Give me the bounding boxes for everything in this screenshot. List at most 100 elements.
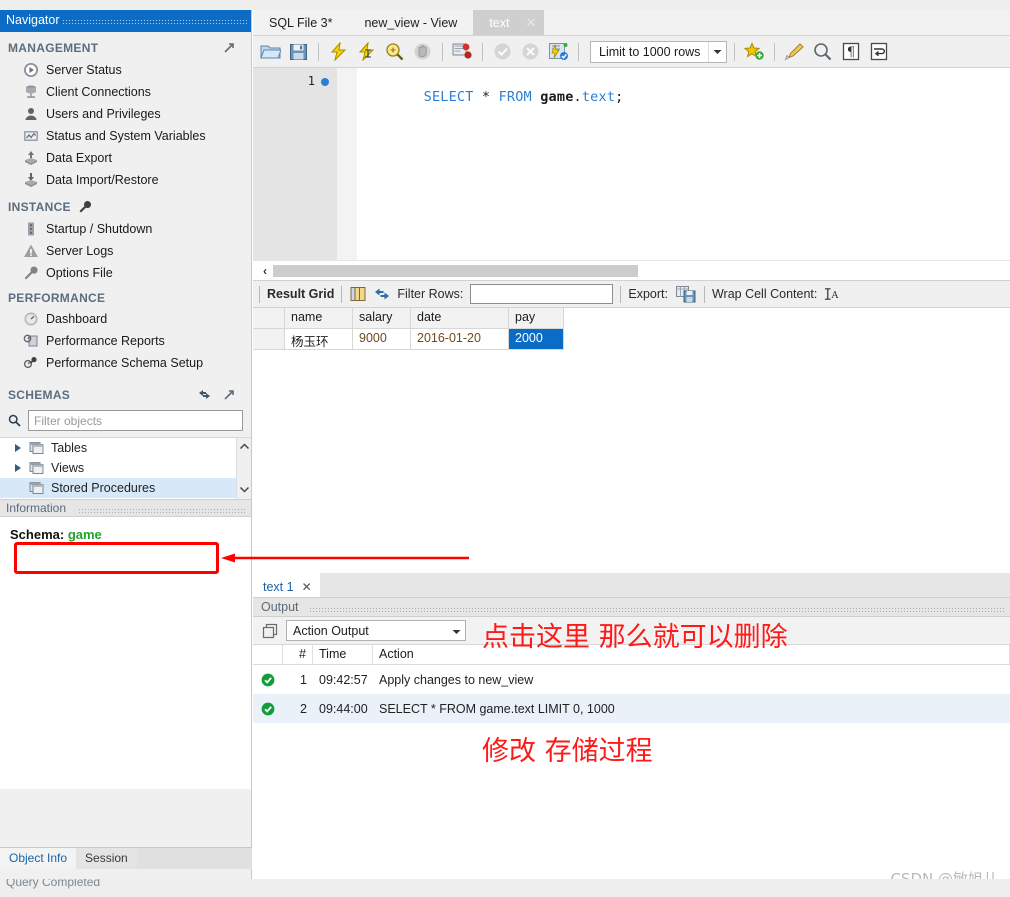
performance-reports-icon — [22, 333, 39, 350]
sidebar-item-data-export[interactable]: Data Export — [0, 147, 251, 169]
schema-tree[interactable]: Tables Views Stored Procedures — [0, 437, 251, 499]
wrap-cell-content-label: Wrap Cell Content: — [711, 287, 818, 301]
grid-cell-salary[interactable]: 9000 — [353, 329, 411, 350]
tree-item-views[interactable]: Views — [0, 458, 251, 478]
dashboard-icon — [22, 311, 39, 328]
refresh-schemas-icon[interactable] — [196, 386, 213, 403]
filter-objects-input[interactable] — [28, 410, 243, 431]
tree-vertical-scrollbar[interactable] — [236, 438, 251, 499]
table-row[interactable]: 杨玉环 9000 2016-01-20 2000 — [253, 329, 1010, 350]
grid-column-header[interactable]: salary — [353, 308, 411, 329]
editor-horizontal-scrollbar[interactable]: ‹ — [253, 260, 1010, 280]
tree-item-stored-procedures[interactable]: Stored Procedures — [0, 478, 251, 498]
execute-icon[interactable] — [326, 40, 351, 64]
output-row[interactable]: 2 09:44:00 SELECT * FROM game.text LIMIT… — [253, 694, 1010, 723]
expand-panel-icon[interactable] — [220, 39, 237, 56]
explain-query-icon[interactable] — [382, 40, 407, 64]
execute-current-statement-icon[interactable] — [354, 40, 379, 64]
output-pin-icon[interactable] — [261, 622, 278, 639]
rollback-icon[interactable] — [518, 40, 543, 64]
sidebar-item-performance-schema-setup[interactable]: Performance Schema Setup — [0, 352, 251, 374]
tree-item-tables[interactable]: Tables — [0, 438, 251, 458]
scroll-left-icon[interactable]: ‹ — [257, 264, 273, 278]
schema-filter-row — [0, 406, 251, 435]
chevron-right-icon[interactable] — [15, 464, 21, 472]
sidebar-item-status-variables[interactable]: Status and System Variables — [0, 125, 251, 147]
information-dots-decoration — [78, 508, 247, 513]
scroll-down-icon[interactable] — [239, 483, 250, 497]
grid-column-header[interactable]: pay — [509, 308, 564, 329]
sidebar-bottom-tabs: Object Info Session — [0, 847, 252, 869]
grid-cell-date[interactable]: 2016-01-20 — [411, 329, 509, 350]
wrap-cell-content-icon[interactable]: A — [824, 286, 841, 303]
chevron-down-icon[interactable] — [708, 41, 726, 62]
sidebar-item-server-logs[interactable]: Server Logs — [0, 240, 251, 262]
sidebar-item-options-file[interactable]: Options File — [0, 262, 251, 284]
grid-cell-pay[interactable]: 2000 — [509, 329, 564, 350]
result-grid-label[interactable]: Result Grid — [267, 287, 334, 301]
tab-object-info[interactable]: Object Info — [0, 848, 77, 869]
output-column-header: Time — [313, 645, 373, 664]
commit-icon[interactable] — [490, 40, 515, 64]
sidebar-item-client-connections[interactable]: Client Connections — [0, 81, 251, 103]
breakpoint-marker-icon[interactable] — [321, 78, 329, 86]
output-row[interactable]: 1 09:42:57 Apply changes to new_view — [253, 665, 1010, 694]
tables-folder-icon — [28, 440, 45, 457]
autocommit-icon[interactable] — [546, 40, 571, 64]
grid-column-header[interactable]: name — [285, 308, 353, 329]
chevron-right-icon[interactable] — [15, 444, 21, 452]
export-recordset-icon[interactable] — [675, 285, 697, 303]
wrap-lines-icon[interactable] — [866, 40, 891, 64]
title-dots-decoration — [62, 19, 247, 24]
filter-rows-input[interactable] — [470, 284, 614, 304]
form-editor-icon[interactable] — [349, 286, 366, 303]
scrollbar-thumb[interactable] — [273, 264, 638, 277]
limit-rows-combobox[interactable]: Limit to 1000 rows — [590, 40, 728, 63]
close-icon[interactable]: ✕ — [302, 580, 312, 594]
tab-session[interactable]: Session — [76, 848, 137, 869]
refresh-grid-icon[interactable] — [373, 286, 390, 303]
grid-column-header[interactable]: date — [411, 308, 509, 329]
toggle-breakpoint-icon[interactable] — [450, 40, 475, 64]
invisible-chars-icon[interactable]: ¶ — [838, 40, 863, 64]
sidebar-item-dashboard[interactable]: Dashboard — [0, 308, 251, 330]
beautify-sql-icon[interactable] — [782, 40, 807, 64]
grid-header-row: name salary date pay — [253, 308, 1010, 329]
sidebar-item-startup-shutdown[interactable]: Startup / Shutdown — [0, 218, 251, 240]
editor-tab-sql-file-3[interactable]: SQL File 3* — [253, 10, 349, 35]
sidebar-item-server-status[interactable]: Server Status — [0, 59, 251, 81]
expand-schemas-icon[interactable] — [220, 386, 237, 403]
output-row-time: 09:42:57 — [319, 672, 368, 687]
editor-tab-label: text — [489, 15, 510, 30]
sidebar-item-data-import[interactable]: Data Import/Restore — [0, 169, 251, 191]
sql-token: ; — [615, 89, 624, 105]
result-grid[interactable]: name salary date pay 杨玉环 9000 2016-01-20… — [253, 308, 1010, 350]
chevron-down-icon[interactable] — [447, 624, 465, 638]
result-tab-label: text 1 — [263, 579, 294, 594]
grid-row-marker[interactable] — [253, 329, 285, 350]
result-grid-toolbar: Result Grid Filter Rows: Export: Wrap Ce… — [253, 280, 1010, 308]
stop-icon[interactable] — [410, 40, 435, 64]
find-icon[interactable] — [810, 40, 835, 64]
result-tab-text-1[interactable]: text 1 ✕ — [253, 573, 320, 597]
result-tab-bar: text 1 ✕ — [253, 573, 1010, 597]
scroll-up-icon[interactable] — [239, 440, 250, 454]
section-header-management: MANAGEMENT — [0, 32, 251, 59]
sql-editor[interactable]: 1 SELECT * FROM game.text; — [253, 68, 1010, 260]
sql-code-content[interactable]: SELECT * FROM game.text; — [357, 73, 1010, 121]
sidebar-item-label: Options File — [46, 266, 113, 280]
output-type-value: Action Output — [293, 623, 369, 638]
sql-token: FROM — [498, 89, 532, 105]
output-type-combobox[interactable]: Action Output — [286, 620, 466, 641]
open-file-icon[interactable] — [258, 40, 283, 64]
editor-tab-new-view[interactable]: new_view - View — [348, 10, 474, 35]
sql-token: SELECT — [423, 89, 474, 105]
add-snippet-icon[interactable] — [742, 40, 767, 64]
export-label[interactable]: Export: — [628, 287, 668, 301]
grid-cell-name[interactable]: 杨玉环 — [285, 329, 353, 350]
sidebar-item-performance-reports[interactable]: Performance Reports — [0, 330, 251, 352]
sidebar-item-users-privileges[interactable]: Users and Privileges — [0, 103, 251, 125]
close-icon[interactable]: ✕ — [525, 15, 536, 31]
editor-tab-text[interactable]: text ✕ — [473, 10, 545, 35]
save-file-icon[interactable] — [286, 40, 311, 64]
